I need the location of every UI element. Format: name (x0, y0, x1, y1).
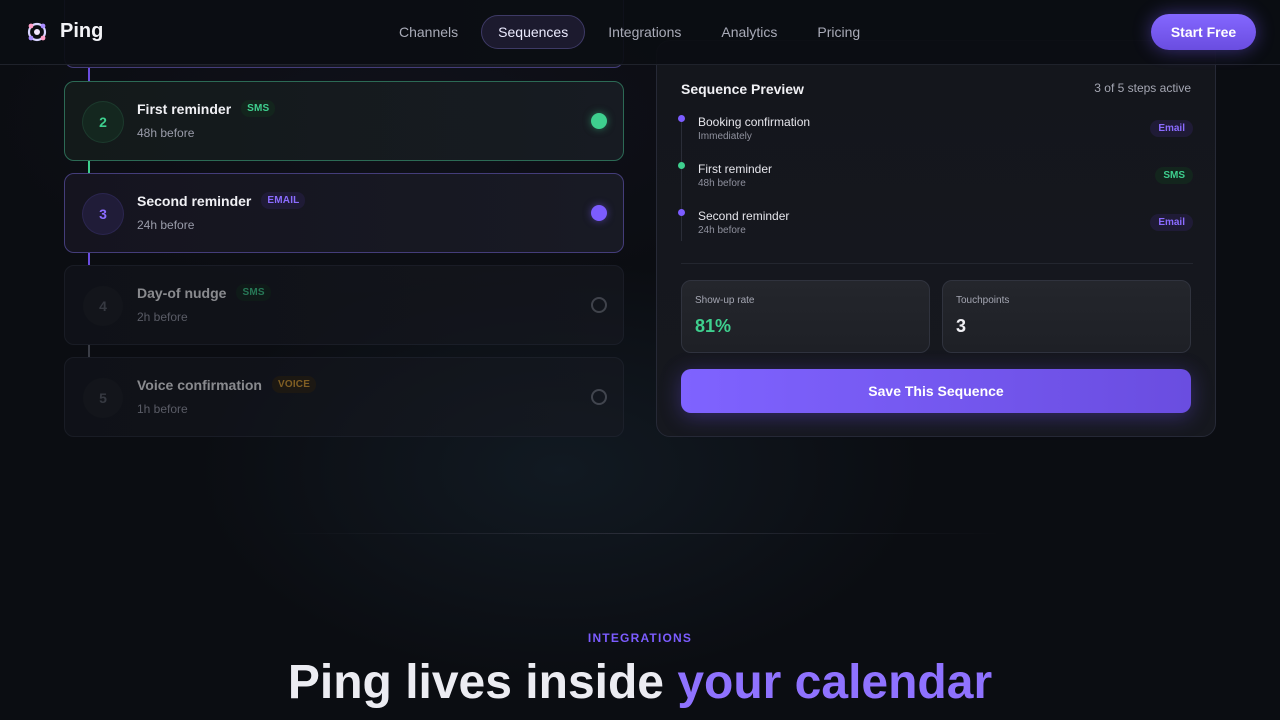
channel-badge: SMS (236, 284, 271, 301)
preview-item-timing: Immediately (698, 131, 752, 142)
step-title-row: Voice confirmation VOICE (137, 376, 317, 393)
step-toggle[interactable] (591, 389, 607, 405)
step-title-row: First reminder SMS (137, 100, 276, 117)
nav-channels[interactable]: Channels (382, 15, 475, 49)
channel-badge: SMS (241, 100, 276, 117)
integrations-headline: Ping lives inside your calendar (0, 655, 1280, 710)
step-card[interactable]: 2 First reminder SMS 48h before (64, 81, 624, 161)
metric-showup-rate: Show-up rate 81% (681, 280, 930, 353)
metric-touchpoints: Touchpoints 3 (942, 280, 1191, 353)
step-toggle[interactable] (591, 297, 607, 313)
channel-badge: VOICE (271, 376, 317, 393)
metric-value: 81% (695, 316, 732, 336)
step-title: Day-of nudge (137, 284, 227, 301)
metric-value: 3 (956, 316, 967, 336)
headline-accent: your calendar (677, 656, 993, 709)
step-timing: 24h before (137, 218, 195, 232)
save-sequence-button[interactable]: Save This Sequence (681, 369, 1191, 413)
main-nav: Channels Sequences Integrations Analytic… (382, 15, 877, 49)
nav-sequences[interactable]: Sequences (481, 15, 586, 49)
nav-analytics[interactable]: Analytics (704, 15, 794, 49)
brand-logo[interactable]: Ping (26, 20, 103, 43)
preview-channel-badge: Email (1150, 214, 1193, 231)
preview-item: First reminder 48h before SMS (678, 162, 1193, 202)
nav-pricing[interactable]: Pricing (800, 15, 877, 49)
metric-label: Touchpoints (956, 295, 1010, 306)
preview-item: Booking confirmation Immediately Email (678, 115, 1193, 155)
preview-dot (678, 209, 685, 216)
preview-dot (678, 162, 685, 169)
step-timing: 2h before (137, 310, 188, 324)
step-card[interactable]: 3 Second reminder EMAIL 24h before (64, 173, 624, 253)
step-connector (88, 161, 90, 173)
preview-channel-badge: SMS (1155, 167, 1193, 184)
step-connector (88, 345, 90, 357)
preview-channel-badge: Email (1150, 120, 1193, 137)
preview-item-timing: 24h before (698, 225, 746, 236)
step-number: 4 (83, 286, 123, 326)
step-card[interactable]: 4 Day-of nudge SMS 2h before (64, 265, 624, 345)
step-timing: 1h before (137, 402, 188, 416)
nav-integrations[interactable]: Integrations (591, 15, 698, 49)
preview-item-timing: 48h before (698, 178, 746, 189)
brand-name: Ping (60, 20, 104, 42)
headline-main: Ping lives inside (287, 656, 678, 709)
preview-status: 3 of 5 steps active (1094, 81, 1191, 95)
step-number: 2 (83, 102, 123, 142)
section-divider (280, 533, 1000, 534)
preview-item: Second reminder 24h before Email (678, 209, 1193, 249)
step-number: 3 (83, 194, 123, 234)
ping-logo-icon (27, 22, 47, 41)
preview-dot (678, 115, 685, 122)
preview-divider (681, 263, 1193, 264)
step-title: First reminder (137, 100, 232, 117)
channel-badge: EMAIL (261, 192, 306, 209)
preview-item-name: First reminder (698, 162, 773, 176)
step-timing: 48h before (137, 126, 195, 140)
step-toggle[interactable] (591, 205, 607, 221)
step-title-row: Second reminder EMAIL (137, 192, 306, 209)
start-free-button[interactable]: Start Free (1151, 14, 1256, 50)
preview-item-name: Booking confirmation (698, 115, 811, 129)
preview-item-name: Second reminder (698, 209, 790, 223)
step-title: Second reminder (137, 192, 252, 209)
step-connector (88, 253, 90, 265)
site-header: Ping Channels Sequences Integrations Ana… (0, 0, 1280, 65)
step-card[interactable]: 5 Voice confirmation VOICE 1h before (64, 357, 624, 437)
integrations-eyebrow: INTEGRATIONS (587, 631, 693, 645)
step-number: 5 (83, 378, 123, 418)
preview-title: Sequence Preview (681, 81, 804, 97)
step-title-row: Day-of nudge SMS (137, 284, 271, 301)
step-title: Voice confirmation (137, 376, 262, 393)
step-toggle[interactable] (591, 113, 607, 129)
step-connector (88, 68, 90, 81)
metric-label: Show-up rate (695, 295, 755, 306)
sequence-preview-panel: Sequence Preview 3 of 5 steps active Boo… (656, 40, 1216, 437)
